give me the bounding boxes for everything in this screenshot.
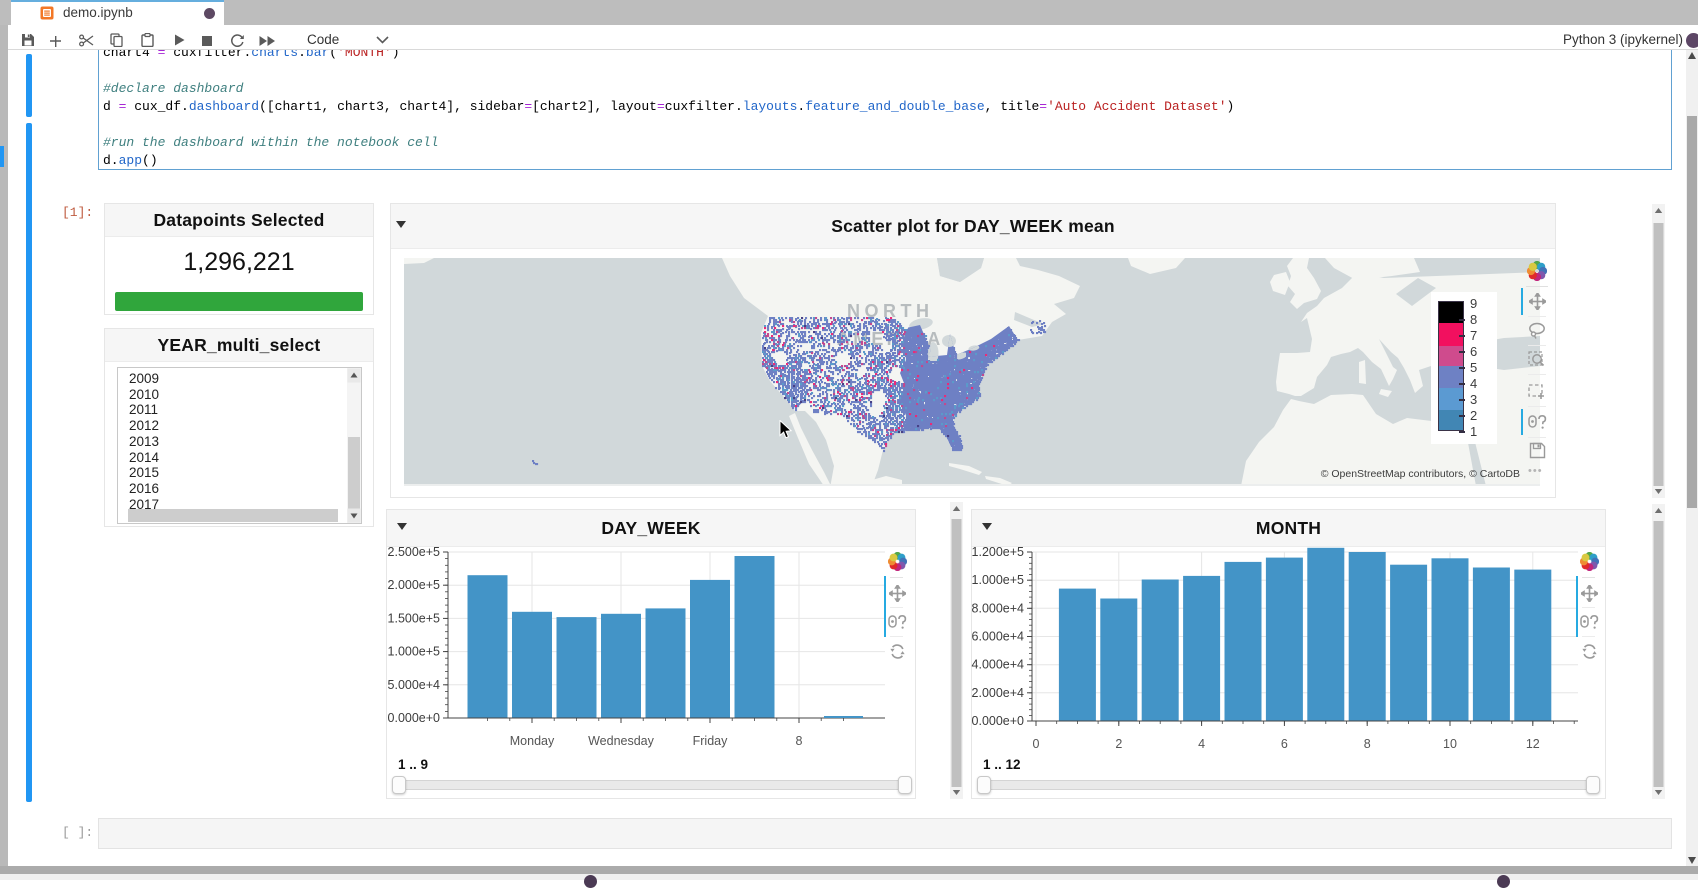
svg-text:1.000e+5: 1.000e+5 bbox=[972, 573, 1025, 587]
svg-text:10: 10 bbox=[1443, 737, 1457, 751]
svg-text:Friday: Friday bbox=[693, 734, 728, 748]
svg-text:6: 6 bbox=[1281, 737, 1288, 751]
svg-text:Wednesday: Wednesday bbox=[588, 734, 655, 748]
svg-text:Monday: Monday bbox=[510, 734, 555, 748]
svg-text:8: 8 bbox=[1364, 737, 1371, 751]
svg-text:5.000e+4: 5.000e+4 bbox=[388, 678, 441, 692]
svg-text:6.000e+4: 6.000e+4 bbox=[972, 630, 1025, 644]
svg-text:12: 12 bbox=[1526, 737, 1540, 751]
svg-text:1.500e+5: 1.500e+5 bbox=[388, 611, 441, 625]
svg-text:2: 2 bbox=[1115, 737, 1122, 751]
svg-text:4.000e+4: 4.000e+4 bbox=[972, 658, 1025, 672]
svg-text:2.000e+4: 2.000e+4 bbox=[972, 686, 1025, 700]
svg-text:2.000e+5: 2.000e+5 bbox=[388, 578, 441, 592]
svg-text:0: 0 bbox=[1033, 737, 1040, 751]
svg-text:1.000e+5: 1.000e+5 bbox=[388, 645, 441, 659]
svg-text:0.000e+0: 0.000e+0 bbox=[972, 714, 1025, 728]
svg-text:© OpenStreetMap contributors,: © OpenStreetMap contributors, © CartoDB bbox=[1321, 468, 1520, 480]
svg-text:2.500e+5: 2.500e+5 bbox=[388, 545, 441, 559]
svg-text:8.000e+4: 8.000e+4 bbox=[972, 601, 1025, 615]
svg-text:1.200e+5: 1.200e+5 bbox=[972, 545, 1025, 559]
svg-text:4: 4 bbox=[1198, 737, 1205, 751]
svg-text:8: 8 bbox=[796, 734, 803, 748]
svg-text:0.000e+0: 0.000e+0 bbox=[388, 711, 441, 725]
